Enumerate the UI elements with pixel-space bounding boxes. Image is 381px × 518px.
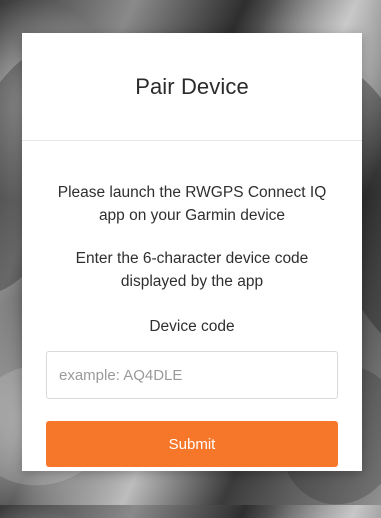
dialog-body: Please launch the RWGPS Connect IQ app o…	[22, 181, 362, 467]
pair-device-dialog: Pair Device Please launch the RWGPS Conn…	[22, 33, 362, 471]
device-code-input[interactable]	[46, 351, 338, 399]
submit-button[interactable]: Submit	[46, 421, 338, 467]
device-code-label: Device code	[149, 318, 235, 335]
launch-instruction: Please launch the RWGPS Connect IQ app o…	[57, 184, 327, 224]
enter-code-instruction: Enter the 6-character device code displa…	[75, 250, 309, 290]
dialog-title: Pair Device	[135, 73, 249, 99]
dialog-header: Pair Device	[22, 33, 362, 141]
